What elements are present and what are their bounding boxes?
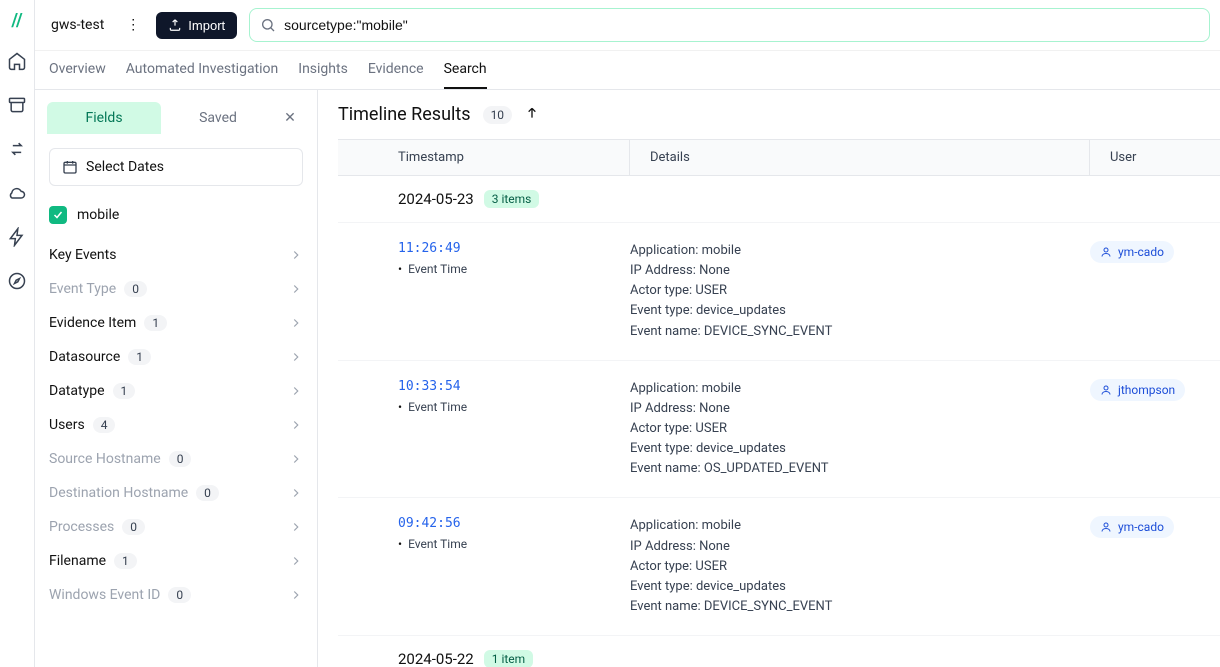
table-header: Timestamp Details User [338,139,1220,176]
facet-key-events[interactable]: Key Events [47,238,305,272]
facet-destination-hostname[interactable]: Destination Hostname0 [47,476,305,510]
col-user: User [1090,140,1220,175]
logo[interactable]: // [11,10,22,31]
table-row[interactable]: 11:26:49 Event TimeApplication: mobileIP … [338,223,1220,361]
chevron-right-icon [289,486,303,500]
group-date: 2024-05-23 [398,190,474,208]
chevron-right-icon [289,554,303,568]
group-date: 2024-05-22 [398,650,474,667]
group-count-badge: 3 items [484,190,540,208]
event-time-label: Event Time [398,537,630,551]
search-icon [260,17,276,33]
select-dates-button[interactable]: Select Dates [49,148,303,186]
facet-datatype[interactable]: Datatype1 [47,374,305,408]
subtab-saved[interactable]: Saved [161,102,275,134]
close-icon[interactable]: ✕ [275,110,305,126]
sort-ascending-icon[interactable] [524,105,540,125]
left-rail: // [0,0,35,667]
chevron-right-icon [289,520,303,534]
cloud-icon[interactable] [7,183,27,207]
bolt-icon[interactable] [7,227,27,251]
sidebar: Fields Saved ✕ Select Dates mobile Key E… [35,90,318,667]
facet-filename[interactable]: Filename1 [47,544,305,578]
event-time: 10:33:54 [398,379,630,394]
user-pill[interactable]: jthompson [1090,379,1185,401]
topbar: gws-test ⋮ Import [35,0,1220,51]
calendar-icon [62,159,78,175]
project-name[interactable]: gws-test [45,13,110,37]
tab-automated-investigation[interactable]: Automated Investigation [126,51,279,89]
table-row[interactable]: 10:33:54 Event TimeApplication: mobileIP … [338,361,1220,499]
event-time-label: Event Time [398,400,630,414]
search-bar[interactable] [249,8,1210,42]
user-pill[interactable]: ym-cado [1090,516,1174,538]
import-button[interactable]: Import [156,12,237,39]
col-timestamp: Timestamp [338,140,630,175]
event-details: Application: mobileIP Address: NoneActor… [630,379,1090,480]
group-count-badge: 1 item [484,650,533,667]
tab-search[interactable]: Search [444,51,487,89]
event-details: Application: mobileIP Address: NoneActor… [630,241,1090,342]
facet-datasource[interactable]: Datasource1 [47,340,305,374]
group-header[interactable]: 2024-05-22 1 item [338,636,1220,667]
results-panel: Timeline Results 10 Timestamp Details Us… [318,90,1220,667]
results-count: 10 [483,106,513,124]
filter-mobile[interactable]: mobile [47,200,305,238]
swap-icon[interactable] [7,139,27,163]
facet-processes[interactable]: Processes0 [47,510,305,544]
tab-insights[interactable]: Insights [298,51,348,89]
search-input[interactable] [284,17,1199,33]
user-pill[interactable]: ym-cado [1090,241,1174,263]
subtab-fields[interactable]: Fields [47,102,161,134]
chevron-right-icon [289,452,303,466]
event-time-label: Event Time [398,262,630,276]
nav-tabs: Overview Automated Investigation Insights E… [35,51,1220,90]
checkbox-checked-icon [49,206,67,224]
user-icon [1100,384,1112,396]
compass-icon[interactable] [7,271,27,295]
chevron-right-icon [289,282,303,296]
upload-icon [168,18,182,32]
chevron-right-icon [289,418,303,432]
col-details: Details [630,140,1090,175]
tab-evidence[interactable]: Evidence [368,51,424,89]
user-icon [1100,246,1112,258]
chevron-right-icon [289,316,303,330]
archive-icon[interactable] [7,95,27,119]
chevron-right-icon [289,248,303,262]
table-row[interactable]: 09:42:56 Event TimeApplication: mobileIP … [338,498,1220,636]
chevron-right-icon [289,588,303,602]
user-icon [1100,521,1112,533]
chevron-right-icon [289,384,303,398]
facet-windows-event-id[interactable]: Windows Event ID0 [47,578,305,612]
more-menu-icon[interactable]: ⋮ [122,13,144,37]
event-time: 11:26:49 [398,241,630,256]
event-details: Application: mobileIP Address: NoneActor… [630,516,1090,617]
facet-users[interactable]: Users4 [47,408,305,442]
chevron-right-icon [289,350,303,364]
facet-event-type[interactable]: Event Type0 [47,272,305,306]
facet-evidence-item[interactable]: Evidence Item1 [47,306,305,340]
group-header[interactable]: 2024-05-23 3 items [338,176,1220,223]
tab-overview[interactable]: Overview [49,51,106,89]
facet-source-hostname[interactable]: Source Hostname0 [47,442,305,476]
results-title: Timeline Results [338,104,471,125]
event-time: 09:42:56 [398,516,630,531]
home-icon[interactable] [7,51,27,75]
